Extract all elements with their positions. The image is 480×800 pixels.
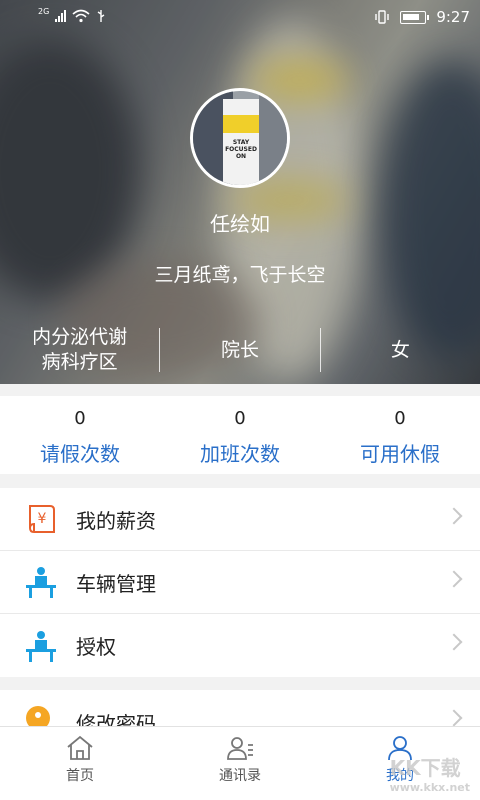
stat-value: 0 — [234, 408, 246, 429]
status-bar: 2G 9:27 — [0, 0, 480, 36]
vibrate-icon — [375, 10, 390, 24]
menu-item-salary[interactable]: ¥ 我的薪资 — [0, 488, 480, 551]
salary-icon: ¥ — [24, 502, 58, 536]
tab-contacts[interactable]: 通讯录 — [160, 727, 320, 800]
menu-list-secondary: 修改密码 — [0, 690, 480, 726]
department-line-1: 内分泌代谢 — [32, 326, 128, 348]
watermark: KK下载 www.kkx.net — [390, 752, 470, 794]
menu-item-label: 授权 — [76, 635, 116, 659]
menu-item-label: 修改密码 — [76, 712, 156, 726]
tab-label: 通讯录 — [219, 768, 261, 784]
tab-label: 首页 — [66, 768, 94, 784]
stat-label: 请假次数 — [40, 442, 120, 466]
profile-info-row: 内分泌代谢病科疗区 院长 女 — [0, 322, 480, 378]
user-name: 任绘如 — [210, 212, 270, 236]
chevron-right-icon — [445, 570, 463, 588]
network-type: 2G — [38, 6, 50, 16]
usb-icon — [97, 10, 105, 22]
stat-value: 0 — [394, 408, 406, 429]
chevron-right-icon — [445, 507, 463, 525]
signal-icon — [55, 10, 67, 22]
menu-item-vehicle-management[interactable]: 车辆管理 — [0, 551, 480, 614]
clock: 9:27 — [436, 8, 470, 26]
user-motto: 三月纸鸢，飞于长空 — [154, 264, 326, 286]
person-desk-icon — [24, 629, 58, 663]
chevron-right-icon — [445, 709, 463, 726]
position: 院长 — [220, 338, 259, 361]
stat-leave[interactable]: 0 请假次数 — [0, 396, 160, 474]
svg-text:¥: ¥ — [38, 511, 47, 527]
menu-item-change-password[interactable]: 修改密码 — [0, 690, 480, 726]
stat-value: 0 — [74, 408, 86, 429]
avatar[interactable]: STAY FOCUSED ON — [190, 88, 290, 188]
watermark-url: www.kkx.net — [389, 781, 470, 794]
profile-header: 2G 9:27 STAY FOCUSED ON 任绘如 三月纸鸢，飞于长空 内分泌代… — [0, 0, 480, 384]
watermark-brand: KK下载 — [389, 756, 461, 780]
chevron-right-icon — [445, 633, 463, 651]
stat-label: 可用休假 — [360, 442, 440, 466]
menu-item-label: 车辆管理 — [76, 571, 156, 596]
gender: 女 — [390, 338, 410, 361]
home-icon — [67, 735, 93, 760]
stat-available-vacation[interactable]: 0 可用休假 — [320, 396, 480, 474]
tab-home[interactable]: 首页 — [0, 727, 160, 800]
stats-panel: 0 请假次数 0 加班次数 0 可用休假 — [0, 396, 480, 474]
wifi-icon — [72, 9, 90, 23]
person-desk-icon — [24, 565, 58, 599]
menu-item-label: 我的薪资 — [76, 508, 156, 533]
menu-list: ¥ 我的薪资 车辆管理 授权 — [0, 488, 480, 677]
menu-item-authorization[interactable]: 授权 — [0, 614, 480, 677]
stat-label: 加班次数 — [200, 442, 280, 466]
battery-icon — [400, 10, 430, 24]
contacts-icon — [227, 737, 253, 760]
profile-page: 2G 9:27 STAY FOCUSED ON 任绘如 三月纸鸢，飞于长空 内分泌代… — [0, 0, 480, 800]
department: 内分泌代谢 病科疗区 — [0, 322, 159, 378]
department-line-2: 病科疗区 — [41, 351, 118, 373]
stat-overtime[interactable]: 0 加班次数 — [160, 396, 320, 474]
key-icon — [24, 704, 58, 726]
